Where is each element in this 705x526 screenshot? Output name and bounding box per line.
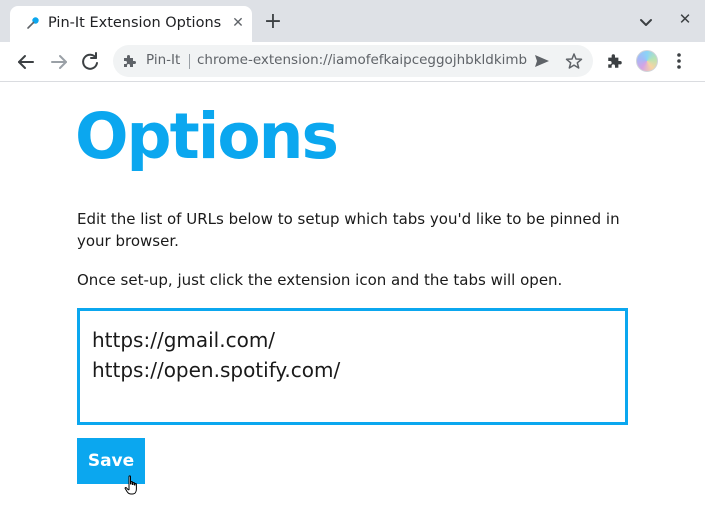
browser-window: Pin-It Extension Options ✕ + ✕ Pin-It ch…	[0, 0, 705, 526]
page-instruction: Once set-up, just click the extension ic…	[77, 271, 563, 289]
extensions-puzzle-icon[interactable]	[606, 52, 624, 70]
avatar[interactable]	[636, 50, 658, 72]
urls-textarea[interactable]: https://gmail.com/ https://open.spotify.…	[77, 308, 628, 425]
back-icon[interactable]	[14, 50, 38, 74]
puzzle-icon	[124, 55, 136, 67]
omnibox-separator	[189, 54, 190, 69]
star-icon[interactable]	[565, 52, 583, 70]
send-icon[interactable]	[533, 53, 551, 69]
forward-icon[interactable]	[47, 50, 71, 74]
omnibox-url[interactable]: chrome-extension://iamofefkaipceggojhbkl…	[197, 52, 527, 68]
tab-strip: Pin-It Extension Options ✕ + ✕	[0, 0, 705, 42]
toolbar: Pin-It chrome-extension://iamofefkaipceg…	[0, 42, 705, 82]
page-title: Options	[75, 100, 339, 173]
chevron-down-icon[interactable]	[636, 12, 656, 32]
window-close-button[interactable]: ✕	[676, 10, 694, 28]
pin-favicon-icon	[27, 17, 39, 29]
tab-title: Pin-It Extension Options	[48, 15, 222, 31]
omnibox[interactable]: Pin-It chrome-extension://iamofefkaipceg…	[113, 45, 593, 77]
new-tab-button[interactable]: +	[262, 11, 284, 33]
omnibox-chip: Pin-It	[146, 52, 181, 68]
kebab-menu-icon[interactable]	[672, 51, 686, 71]
tab-close-icon[interactable]: ✕	[230, 15, 246, 31]
tab-pin-it-options[interactable]: Pin-It Extension Options ✕	[10, 6, 252, 42]
url-line: https://open.spotify.com/	[92, 358, 341, 382]
reload-icon[interactable]	[78, 50, 102, 74]
options-page: Options Edit the list of URLs below to s…	[0, 83, 705, 526]
page-description: Edit the list of URLs below to setup whi…	[77, 210, 620, 250]
url-line: https://gmail.com/	[92, 328, 276, 352]
hand-cursor-icon	[124, 475, 137, 495]
